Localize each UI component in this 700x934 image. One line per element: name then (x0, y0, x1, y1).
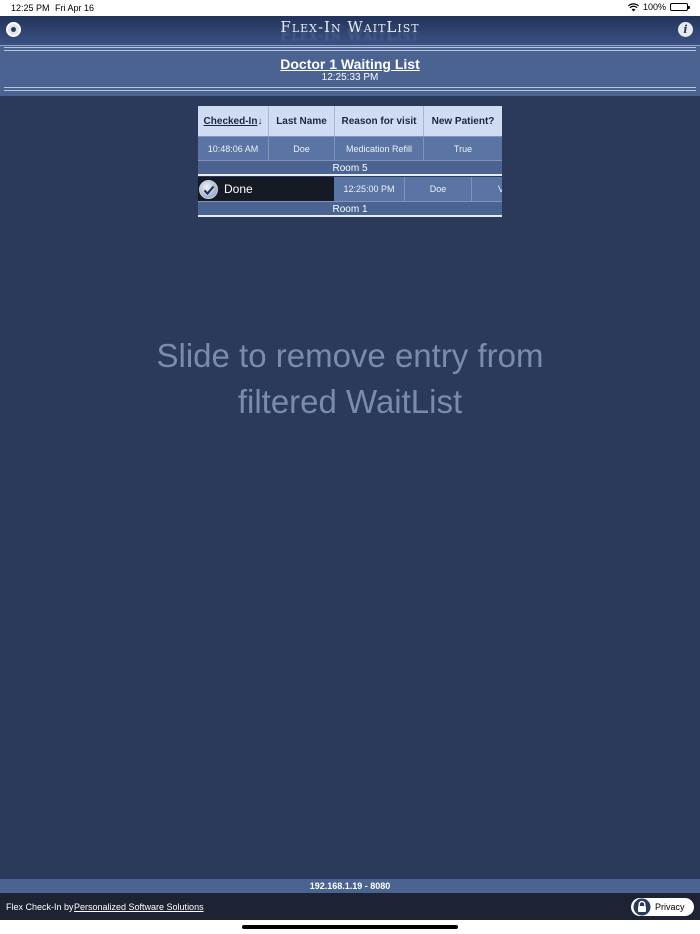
checkmark-icon (199, 179, 218, 199)
column-checked-in[interactable]: Checked-In ↓ (198, 106, 269, 136)
cell-new-patient: True (453, 143, 473, 154)
server-address: 192.168.1.19 - 8080 (0, 879, 700, 893)
battery-icon (670, 3, 690, 11)
page-time: 12:25:33 PM (321, 72, 379, 83)
status-date: Fri Apr 16 (55, 3, 95, 13)
cell-last-name: Doe (405, 177, 472, 201)
cell-checked-in: 12:25:00 PM (334, 177, 405, 201)
company-link[interactable]: Personalized Software Solutions (74, 902, 204, 912)
wifi-icon (627, 2, 639, 11)
home-indicator[interactable] (242, 925, 458, 929)
hint-line-2: filtered WaitList (237, 383, 463, 420)
cell-last-name: Doe (269, 137, 335, 160)
sort-arrow-icon: ↓ (257, 115, 263, 127)
privacy-button[interactable]: Privacy (631, 898, 694, 916)
home-area (0, 920, 700, 934)
app-logo: Flex-In WaitList (280, 18, 420, 36)
status-time: 12:25 PM (11, 3, 50, 13)
shifted-row-cells: 12:25:00 PM Doe V (334, 177, 502, 201)
app-bar: Flex-In WaitList i (0, 16, 700, 46)
footer: Flex Check-In by Personalized Software S… (0, 893, 700, 920)
table-header: Checked-In ↓ Last Name Reason for visit N… (198, 106, 502, 136)
waitlist-table: Checked-In ↓ Last Name Reason for visit N… (198, 106, 502, 217)
status-bar: 12:25 PM Fri Apr 16 100% (0, 0, 700, 16)
info-icon[interactable]: i (678, 22, 693, 37)
column-checked-in-label: Checked-In (203, 115, 258, 127)
swipe-hint: Slide to remove entry from filtered Wait… (0, 333, 700, 425)
done-label: Done (224, 182, 253, 196)
status-right: 100% (627, 2, 690, 12)
lock-icon (633, 898, 651, 916)
hint-line-1: Slide to remove entry from (156, 337, 544, 374)
cell-checked-in: 10:48:06 AM (198, 137, 269, 160)
column-reason[interactable]: Reason for visit (335, 106, 424, 136)
footer-by-text: Flex Check-In by (6, 902, 74, 912)
column-last-name[interactable]: Last Name (269, 106, 335, 136)
row-room: Room 1 (198, 201, 502, 217)
row-room: Room 5 (198, 160, 502, 176)
battery-percent: 100% (642, 2, 666, 12)
privacy-label: Privacy (655, 902, 685, 912)
column-new-patient[interactable]: New Patient? (424, 106, 502, 136)
table-row[interactable]: 10:48:06 AM Doe Medication Refill True (198, 136, 502, 160)
table-row-swiped[interactable]: Done 12:25:00 PM Doe V (198, 176, 502, 201)
page-title[interactable]: Doctor 1 Waiting List (0, 56, 700, 72)
title-band: Doctor 1 Waiting List 12:25:33 PM (0, 46, 700, 96)
done-button[interactable]: Done (198, 177, 334, 201)
cell-reason-partial: V (472, 177, 502, 201)
cell-reason: Medication Refill (335, 137, 424, 160)
